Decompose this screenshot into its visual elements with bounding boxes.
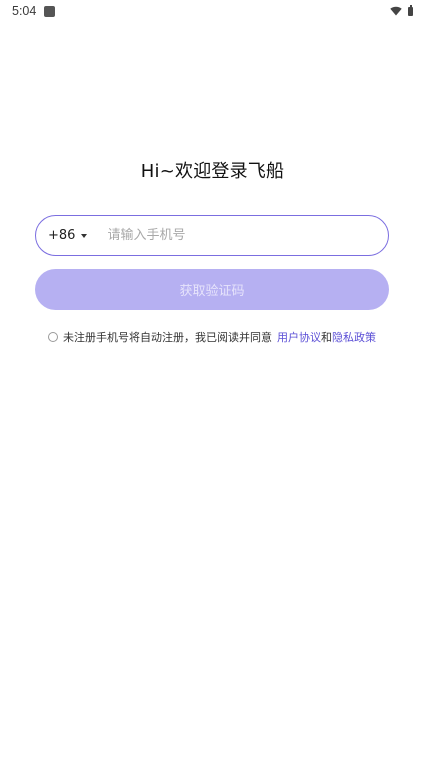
phone-input-container: +86 xyxy=(35,215,389,256)
status-bar: 5:04 xyxy=(0,0,425,22)
agreement-text: 未注册手机号将自动注册，我已阅读并同意 xyxy=(63,331,272,344)
login-screen: 5:04 Hi~欢迎登录飞船 +86 获取验证码 未注册手机号将自动注册，我已阅… xyxy=(0,0,425,757)
wifi-icon xyxy=(390,6,402,16)
battery-icon xyxy=(408,4,413,16)
country-code-label: +86 xyxy=(48,228,76,243)
agreement-and-text: 和 xyxy=(321,331,332,344)
get-verification-code-button[interactable]: 获取验证码 xyxy=(35,269,389,310)
status-time: 5:04 xyxy=(12,4,37,18)
status-right xyxy=(390,4,413,16)
phone-input[interactable] xyxy=(105,227,350,244)
page-title: Hi~欢迎登录飞船 xyxy=(140,161,285,182)
country-code-selector[interactable]: +86 xyxy=(48,228,88,243)
agreement-radio-icon[interactable] xyxy=(48,332,58,342)
privacy-policy-link[interactable]: 隐私政策 xyxy=(332,329,376,345)
agreement-row: 未注册手机号将自动注册，我已阅读并同意 用户协议和隐私政策 xyxy=(48,329,376,345)
app-notification-icon xyxy=(44,5,56,17)
user-agreement-link[interactable]: 用户协议 xyxy=(277,329,321,345)
caret-down-icon xyxy=(81,233,88,238)
status-left: 5:04 xyxy=(12,4,56,18)
